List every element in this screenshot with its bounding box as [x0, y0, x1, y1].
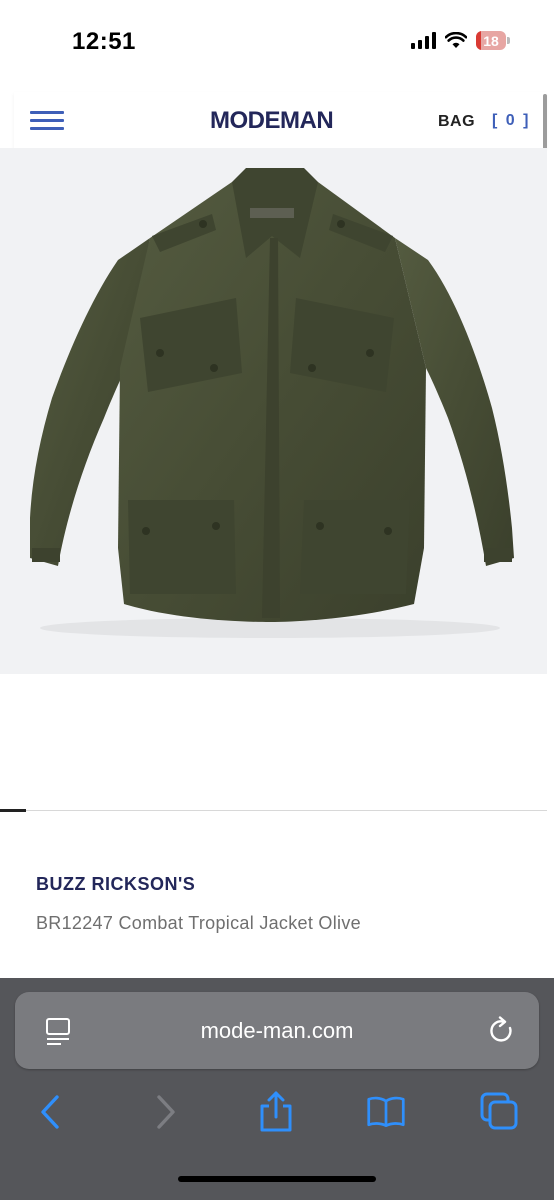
bag-link[interactable]: BAG — [438, 113, 475, 131]
forward-icon[interactable] — [146, 1090, 186, 1134]
status-icons: 18 — [411, 31, 510, 50]
jacket-illustration — [30, 168, 514, 638]
bag-count[interactable]: [ 0 ] — [492, 112, 530, 130]
hamburger-menu-icon[interactable] — [30, 111, 64, 131]
product-name: BR12247 Combat Tropical Jacket Olive — [36, 913, 361, 933]
bookmarks-icon[interactable] — [366, 1090, 406, 1134]
browser-toolbar — [0, 1090, 554, 1140]
status-bar: 12:51 18 — [0, 0, 554, 90]
battery-level: 18 — [483, 32, 499, 49]
url-text[interactable]: mode-man.com — [15, 1018, 539, 1044]
product-brand[interactable]: BUZZ RICKSON'S — [36, 874, 195, 895]
tabs-icon[interactable] — [480, 1090, 520, 1134]
site-logo[interactable]: MODEMAN — [210, 107, 334, 135]
home-indicator — [178, 1176, 376, 1182]
browser-bottom-bar: mode-man.com — [0, 978, 554, 1200]
image-slider-thumb[interactable] — [0, 809, 26, 812]
share-icon[interactable] — [256, 1090, 296, 1134]
back-icon[interactable] — [30, 1090, 70, 1134]
product-image[interactable] — [0, 148, 547, 674]
site-header: MODEMAN BAG [ 0 ] — [14, 92, 546, 148]
wifi-icon — [445, 32, 467, 48]
cellular-signal-icon — [411, 32, 436, 49]
image-slider-track — [0, 810, 547, 811]
address-bar[interactable]: mode-man.com — [15, 992, 539, 1069]
battery-icon: 18 — [476, 31, 510, 50]
status-time: 12:51 — [72, 28, 136, 55]
reload-icon[interactable] — [487, 1016, 517, 1046]
